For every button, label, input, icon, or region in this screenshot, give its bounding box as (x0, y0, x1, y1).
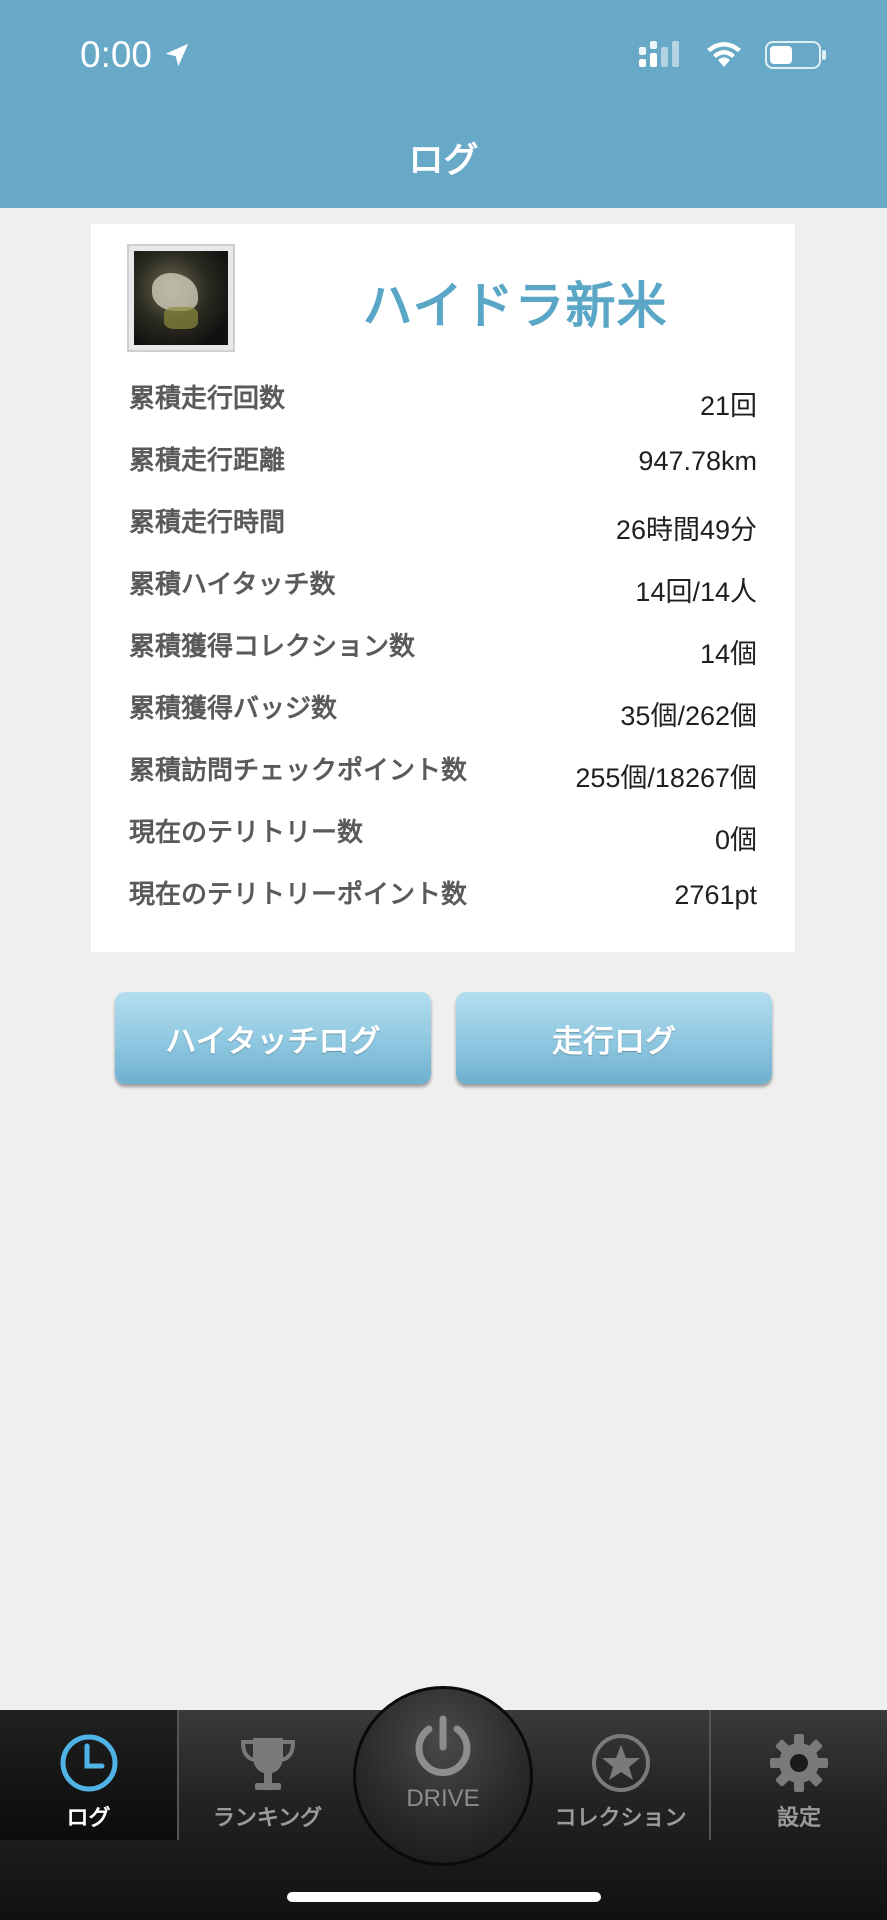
cellular-signal-icon (639, 41, 679, 67)
home-indicator[interactable] (287, 1892, 601, 1902)
wifi-icon (707, 42, 741, 67)
stat-label: 累積ハイタッチ数 (129, 570, 336, 600)
status-icons (639, 40, 827, 70)
stat-label: 累積走行時間 (129, 508, 286, 538)
stat-row-total-badges: 累積獲得バッジ数 35個/262個 (129, 676, 757, 738)
stat-label: 累積獲得バッジ数 (129, 694, 338, 724)
tab-label: ログ (66, 1806, 111, 1831)
drive-log-button[interactable]: 走行ログ (456, 992, 772, 1084)
tab-label: 設定 (776, 1806, 821, 1831)
trophy-icon (240, 1738, 295, 1790)
stat-value: 0個 (714, 825, 757, 855)
stat-value: 255個/18267個 (575, 763, 757, 793)
status-time: 0:00 (80, 34, 192, 76)
stat-row-total-checkpoints: 累積訪問チェックポイント数 255個/18267個 (129, 738, 757, 800)
stat-row-current-territories: 現在のテリトリー数 0個 (129, 800, 757, 862)
stat-value: 14回/14人 (635, 577, 757, 607)
gear-icon (770, 1734, 828, 1792)
profile-card: ハイドラ新米 累積走行回数 21回 累積走行距離 947.78km 累積走行時間… (91, 224, 795, 952)
stats-list: 累積走行回数 21回 累積走行距離 947.78km 累積走行時間 26時間49… (129, 366, 757, 924)
avatar[interactable] (127, 244, 235, 352)
page-title: ログ (408, 141, 479, 181)
stat-value: 35個/262個 (620, 701, 757, 731)
tab-ranking[interactable]: ランキング (179, 1710, 356, 1840)
stat-label: 現在のテリトリー数 (129, 818, 364, 848)
stat-row-total-hightouch: 累積ハイタッチ数 14回/14人 (129, 552, 757, 614)
power-icon (415, 1715, 471, 1776)
tab-collection[interactable]: コレクション (532, 1710, 709, 1840)
battery-icon (765, 41, 826, 69)
stat-value: 26時間49分 (615, 515, 757, 545)
tab-label: コレクション (554, 1806, 687, 1831)
tab-log[interactable]: ログ (0, 1710, 177, 1840)
stat-row-total-drives: 累積走行回数 21回 (129, 366, 757, 428)
stat-label: 累積獲得コレクション数 (129, 632, 416, 662)
drive-label: DRIVE (406, 1785, 480, 1812)
clock-icon (60, 1734, 117, 1792)
tab-bar: ログ ランキング コレクション 設定 DRIVE (0, 1686, 887, 1920)
tab-settings[interactable]: 設定 (711, 1710, 887, 1840)
stat-row-total-time: 累積走行時間 26時間49分 (129, 490, 757, 552)
username: ハイドラ新米 (362, 277, 668, 335)
stat-row-territory-points: 現在のテリトリーポイント数 2761pt (129, 862, 757, 924)
stat-row-total-collections: 累積獲得コレクション数 14個 (129, 614, 757, 676)
stat-value: 14個 (699, 639, 757, 669)
stat-label: 現在のテリトリーポイント数 (129, 880, 468, 910)
location-arrow-icon (165, 43, 189, 67)
stat-value: 21回 (699, 391, 757, 421)
hightouch-log-button[interactable]: ハイタッチログ (115, 992, 431, 1084)
status-time-text: 0:00 (80, 34, 153, 75)
stat-label: 累積走行回数 (129, 384, 286, 414)
stat-label: 累積訪問チェックポイント数 (129, 756, 468, 786)
stat-label: 累積走行距離 (129, 446, 286, 476)
stat-value: 947.78km (638, 446, 757, 476)
tab-label: ランキング (212, 1806, 323, 1831)
star-icon (591, 1734, 650, 1792)
drive-button[interactable]: DRIVE (353, 1686, 533, 1866)
header-bar: 0:00 ログ (0, 0, 887, 208)
avatar-image (134, 251, 228, 345)
stat-row-total-distance: 累積走行距離 947.78km (129, 428, 757, 490)
stat-value: 2761pt (674, 880, 757, 910)
